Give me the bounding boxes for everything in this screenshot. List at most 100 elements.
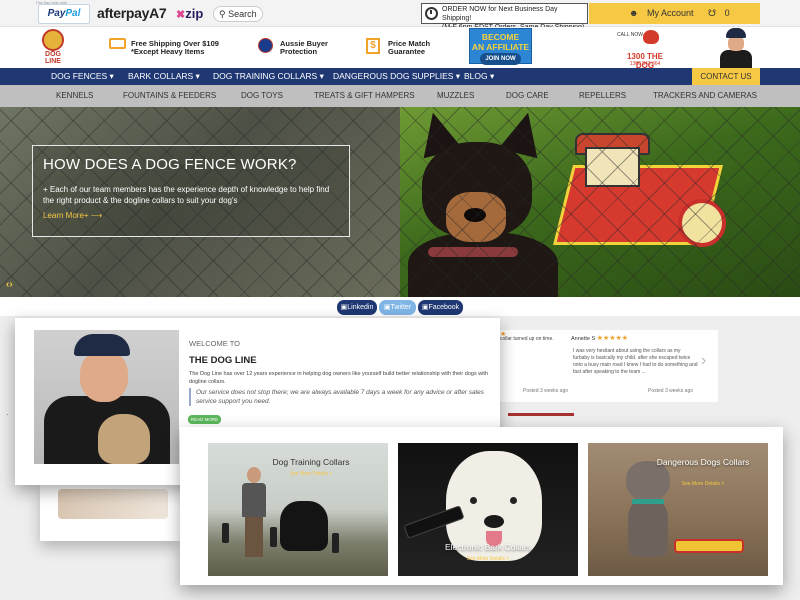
paypal-logo-part-1: Pay xyxy=(47,8,66,19)
linkedin-button[interactable]: ▣Linkedin xyxy=(337,300,377,315)
category-dog-training-collars[interactable]: Dog Training Collars See More Details > xyxy=(208,443,388,576)
category-title: Dangerous Dogs Collars xyxy=(656,457,750,467)
logo-emblem xyxy=(42,29,64,51)
site-header: DOG LINE Free Shipping Over $109 *Except … xyxy=(0,27,800,70)
see-more-link[interactable]: See More Details > xyxy=(398,556,578,562)
account-label: My Account xyxy=(647,8,694,18)
slider-arrows[interactable]: ‹› xyxy=(6,279,13,290)
star-icon: ★ xyxy=(500,331,507,338)
order-notice-line-1: ORDER NOW for Next Business Day Shipping… xyxy=(442,6,558,22)
dog-nose xyxy=(484,515,504,528)
account-link[interactable]: ☻ My Account xyxy=(629,8,700,18)
remote-icon xyxy=(270,527,277,547)
contact-us-button[interactable]: CONTACT US xyxy=(692,68,760,85)
facebook-button[interactable]: ▣Facebook xyxy=(418,300,463,315)
clock-icon xyxy=(425,7,438,20)
zip-logo[interactable]: ✖zip xyxy=(176,6,203,21)
nav-item-dog-training-collars[interactable]: DOG TRAINING COLLARS ▾ xyxy=(213,68,324,85)
accent-bar xyxy=(508,413,574,416)
category-electronic-bark-collars[interactable]: Electronic Bark Collars See More Details… xyxy=(398,443,578,576)
top-bar: Pay flag ship with PayPal afterpayA7 ✖zi… xyxy=(0,0,800,39)
twitter-icon: ▣ xyxy=(383,304,391,311)
dog-line-logo[interactable]: DOG LINE xyxy=(38,27,68,67)
search-label: Search xyxy=(228,9,257,19)
subnav-item-repellers[interactable]: REPELLERS xyxy=(579,85,626,107)
nav-item-bark-collars[interactable]: BARK COLLARS ▾ xyxy=(128,68,200,85)
phone-number-digits: 1300 843 364 xyxy=(629,61,661,67)
category-dangerous-dogs-collars[interactable]: Dangerous Dogs Collars See More Details … xyxy=(588,443,768,576)
reviews-carousel: ★ collar turned up on time. Annette S ★★★… xyxy=(500,330,718,402)
remote-icon xyxy=(332,533,339,553)
twitter-button[interactable]: ▣Twitter xyxy=(379,300,416,315)
dollar-icon: $ xyxy=(366,38,380,54)
user-icon: ☻ xyxy=(629,8,639,18)
welcome-paragraph: The Dog Line has over 12 years experienc… xyxy=(189,371,489,385)
hero-description: + Each of our team members has the exper… xyxy=(43,185,330,205)
hero-banner: HOW DOES A DOG FENCE WORK? + Each of our… xyxy=(0,107,800,297)
reviewer-name: Annette S xyxy=(571,336,596,342)
subnav-item-kennels[interactable]: KENNELS xyxy=(56,85,93,107)
boxing-glove-icon xyxy=(643,30,659,44)
logo-text-2: LINE xyxy=(45,58,61,65)
review-posted-date: Posted 3 weeks ago xyxy=(523,388,569,394)
learn-more-link[interactable]: Learn More+ ⟶ xyxy=(43,211,339,220)
affiliate-line-2: AN AFFILIATE xyxy=(471,42,530,52)
card-image xyxy=(58,489,168,519)
owner-face xyxy=(80,350,128,402)
owner-photo xyxy=(714,28,756,68)
review-partial: ★ collar turned up on time. xyxy=(500,331,554,342)
review-posted-date: Posted 3 weeks ago xyxy=(648,388,694,394)
background-card xyxy=(40,485,180,541)
zip-mark-icon: ✖ xyxy=(176,9,186,21)
read-more-button[interactable]: READ MORE xyxy=(188,415,221,424)
logo-text-1: DOG xyxy=(45,51,61,58)
sub-nav: KENNELS FOUNTAINS & FEEDERS DOG TOYS TRE… xyxy=(0,85,800,107)
feature-line-2: *Except Heavy Items xyxy=(131,47,205,56)
owner-photo-face xyxy=(728,36,744,51)
main-nav: DOG FENCES ▾ BARK COLLARS ▾ DOG TRAINING… xyxy=(0,68,800,85)
review-text: I was very hesitant about using the coll… xyxy=(573,348,698,375)
paypal-logo[interactable]: PayPal xyxy=(38,4,90,24)
dog-collar xyxy=(632,499,664,504)
feature-line-2: Guarantee xyxy=(388,47,426,56)
dog-eye xyxy=(470,497,477,504)
nav-item-dog-fences[interactable]: DOG FENCES ▾ xyxy=(51,68,114,85)
linkedin-label: Linkedin xyxy=(347,304,374,311)
subnav-item-dog-toys[interactable]: DOG TOYS xyxy=(241,85,283,107)
owner-photo-body xyxy=(720,50,752,68)
account-cart-bar: ☻ My Account ☋ 0 Cart xyxy=(589,3,760,39)
afterpay-mark: A7 xyxy=(149,5,167,21)
twitter-label: Twitter xyxy=(390,304,412,311)
afterpay-logo[interactable]: afterpayA7 xyxy=(97,5,167,21)
call-now-banner[interactable]: CALL NOW 1300 THE DOG 1300 843 364 xyxy=(617,30,673,70)
nav-item-blog[interactable]: BLOG ▾ xyxy=(464,68,494,85)
order-now-notice: ORDER NOW for Next Business Day Shipping… xyxy=(421,3,588,31)
trainer-legs xyxy=(245,517,263,557)
owner-cap xyxy=(74,334,130,356)
become-affiliate-button[interactable]: BECOME AN AFFILIATE JOIN NOW xyxy=(469,28,532,65)
nav-item-dangerous-dog-supplies[interactable]: DANGEROUS DOG SUPPLIES ▾ xyxy=(333,68,460,85)
australia-flag-icon xyxy=(258,38,273,53)
subnav-item-fountains-feeders[interactable]: FOUNTAINS & FEEDERS xyxy=(123,85,216,107)
welcome-quote: Our service does not stop there; we are … xyxy=(189,388,489,406)
reviews-next-arrow-icon[interactable]: › xyxy=(701,352,706,370)
remote-icon xyxy=(222,523,229,543)
search-button[interactable]: ⚲ Search xyxy=(213,6,263,22)
review-header: Annette S ★★★★★ xyxy=(571,334,628,342)
puppy xyxy=(98,414,150,464)
see-more-link[interactable]: See More Details > xyxy=(648,481,758,487)
subnav-item-trackers-cameras[interactable]: TRACKERS AND CAMERAS xyxy=(653,85,757,107)
category-title: Dog Training Collars xyxy=(272,457,350,467)
dangerous-dog-collar xyxy=(674,539,744,553)
subnav-item-treats-gift-hampers[interactable]: TREATS & GIFT HAMPERS xyxy=(314,85,415,107)
afterpay-label: afterpay xyxy=(97,5,150,21)
buyer-protection-feature: Aussie Buyer Protection xyxy=(258,38,328,56)
hero-text-box: HOW DOES A DOG FENCE WORK? + Each of our… xyxy=(32,145,350,237)
zip-label: zip xyxy=(185,6,204,21)
affiliate-line-1: BECOME xyxy=(481,32,520,42)
category-title: Electronic Bark Collars xyxy=(445,542,531,552)
subnav-item-muzzles[interactable]: MUZZLES xyxy=(437,85,474,107)
see-more-link[interactable]: See More Details > xyxy=(246,471,376,477)
shepherd-dog xyxy=(280,501,328,551)
subnav-item-dog-care[interactable]: DOG CARE xyxy=(506,85,549,107)
